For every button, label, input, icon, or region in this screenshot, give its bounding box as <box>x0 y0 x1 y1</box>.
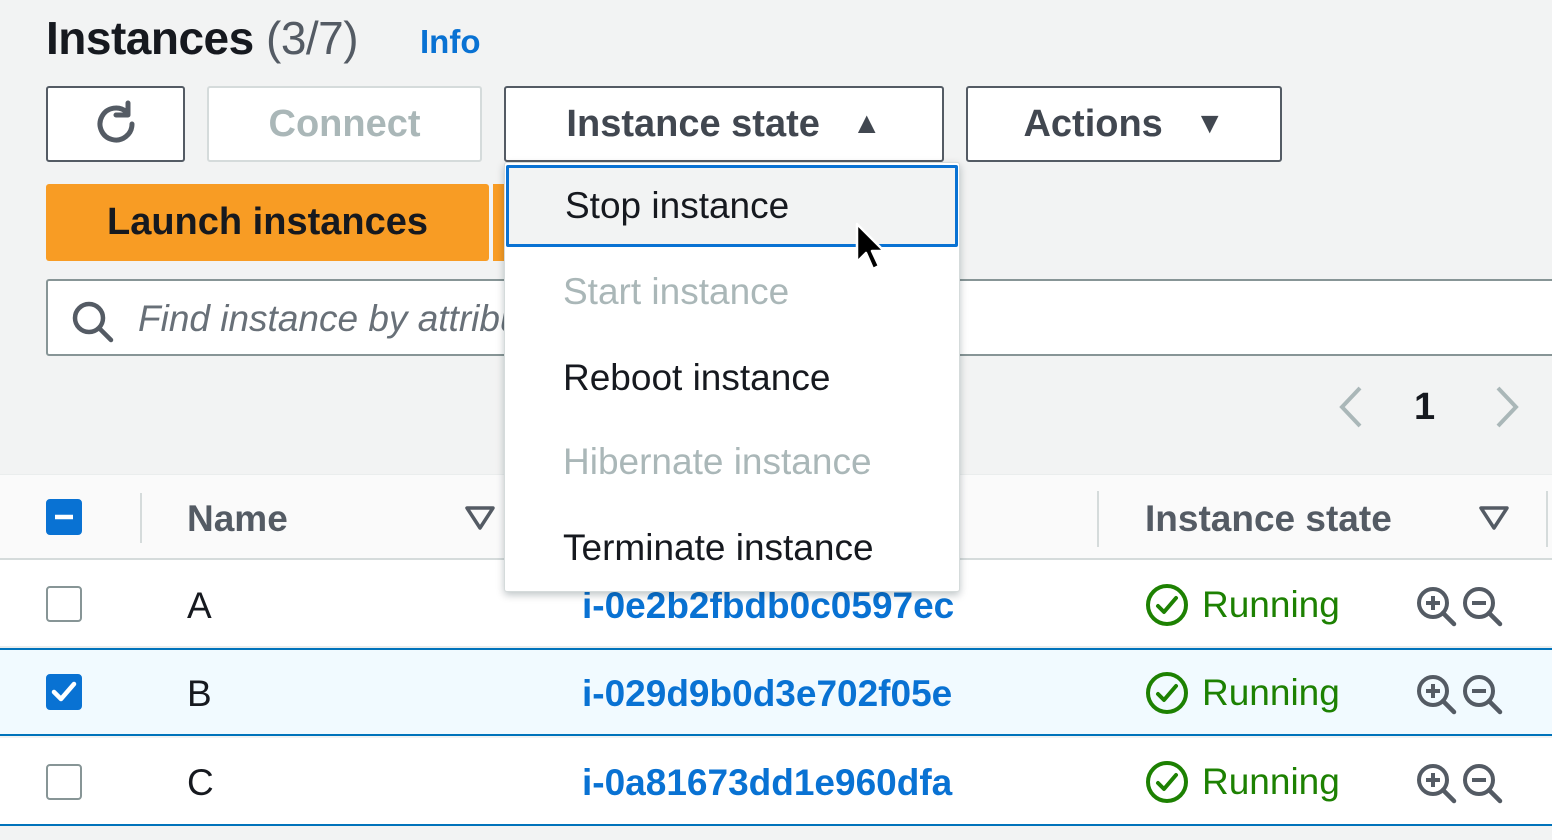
table-row[interactable]: C i-0a81673dd1e960dfa Running <box>0 738 1552 826</box>
current-page-number[interactable]: 1 <box>1414 384 1435 430</box>
mouse-cursor-icon <box>855 222 886 271</box>
table-row[interactable]: B i-029d9b0d3e702f05e Running <box>0 648 1552 736</box>
status-text: Running <box>1202 672 1340 713</box>
connect-button[interactable]: Connect <box>207 86 482 162</box>
zoom-in-icon[interactable] <box>1414 761 1458 805</box>
instance-state-dropdown[interactable]: Instance state ▲ <box>504 86 944 162</box>
select-all-checkbox[interactable] <box>46 499 82 535</box>
instance-name: C <box>187 762 214 803</box>
page-title-text: Instances <box>46 12 254 64</box>
column-divider <box>1546 491 1548 547</box>
check-circle-icon <box>1146 761 1188 803</box>
column-divider <box>1097 491 1099 547</box>
instance-id-link[interactable]: i-0a81673dd1e960dfa <box>582 761 952 805</box>
instance-name: A <box>187 585 212 626</box>
menu-item-start-instance[interactable]: Start instance <box>505 251 959 333</box>
refresh-button[interactable] <box>46 86 185 162</box>
next-page-icon[interactable] <box>1490 382 1526 437</box>
menu-item-terminate-instance[interactable]: Terminate instance <box>505 507 959 589</box>
actions-dropdown-label: Actions <box>1023 102 1163 145</box>
actions-dropdown[interactable]: Actions ▼ <box>966 86 1282 162</box>
caret-down-icon: ▼ <box>1194 107 1225 140</box>
refresh-icon <box>97 100 134 143</box>
instance-state-menu: Stop instance Start instance Reboot inst… <box>504 162 960 592</box>
zoom-in-icon[interactable] <box>1414 584 1458 628</box>
status-text: Running <box>1202 584 1340 625</box>
column-header-instance-state[interactable]: Instance state <box>1145 497 1392 541</box>
instance-state-dropdown-label: Instance state <box>566 102 820 145</box>
status-text: Running <box>1202 761 1340 802</box>
zoom-out-icon[interactable] <box>1460 761 1504 805</box>
check-circle-icon <box>1146 584 1188 626</box>
status-badge: Running <box>1144 582 1340 628</box>
search-icon <box>72 301 114 343</box>
check-circle-icon <box>1146 672 1188 714</box>
caret-up-icon: ▲ <box>851 107 882 140</box>
launch-instances-button[interactable]: Launch instances <box>46 184 489 261</box>
row-checkbox[interactable] <box>46 674 82 710</box>
sort-instance-state-icon[interactable] <box>1478 505 1510 531</box>
status-badge: Running <box>1144 759 1340 805</box>
zoom-out-icon[interactable] <box>1460 584 1504 628</box>
instance-name: B <box>187 673 212 714</box>
menu-item-stop-instance[interactable]: Stop instance <box>506 165 958 247</box>
zoom-out-icon[interactable] <box>1460 672 1504 716</box>
status-badge: Running <box>1144 670 1340 716</box>
page-title: Instances (3/7) <box>46 8 359 68</box>
info-link[interactable]: Info <box>420 22 480 62</box>
row-checkbox[interactable] <box>46 764 82 800</box>
instance-count: (3/7) <box>266 12 359 64</box>
menu-item-hibernate-instance[interactable]: Hibernate instance <box>505 421 959 503</box>
instance-id-link[interactable]: i-029d9b0d3e702f05e <box>582 672 952 716</box>
previous-page-icon[interactable] <box>1332 382 1368 437</box>
sort-name-icon[interactable] <box>464 505 496 531</box>
column-header-name[interactable]: Name <box>187 497 288 541</box>
menu-item-reboot-instance[interactable]: Reboot instance <box>505 337 959 419</box>
row-checkbox[interactable] <box>46 586 82 622</box>
zoom-in-icon[interactable] <box>1414 672 1458 716</box>
column-divider <box>140 493 142 543</box>
